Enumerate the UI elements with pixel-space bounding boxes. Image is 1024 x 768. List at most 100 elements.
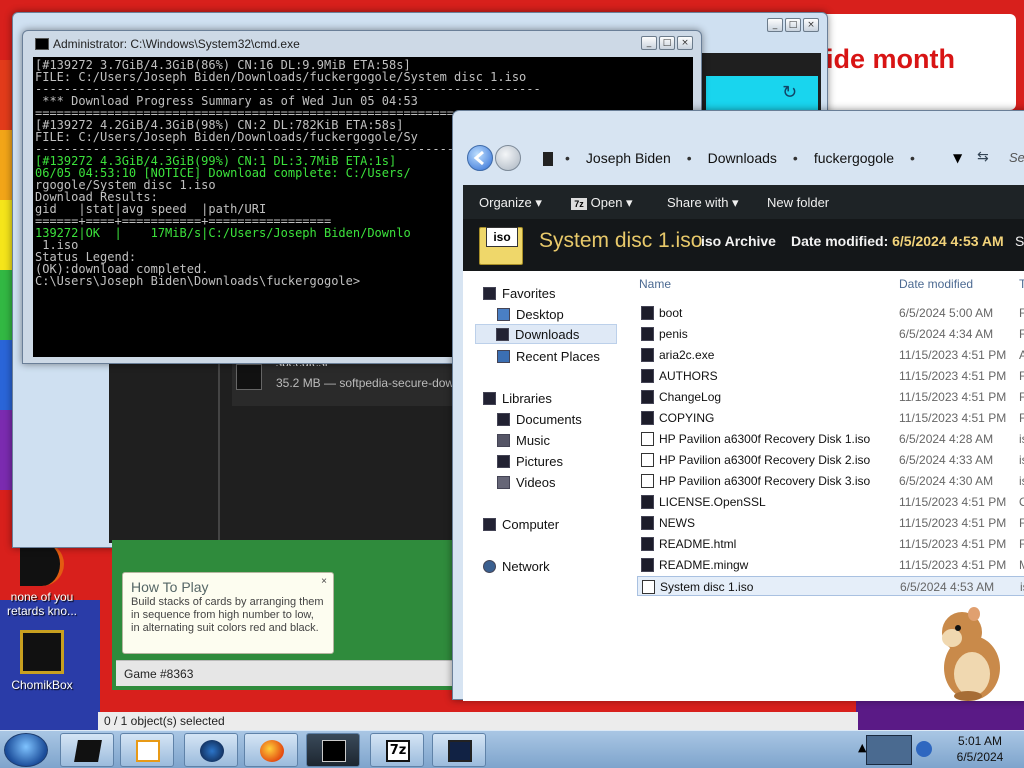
nav-network[interactable]: Network: [483, 556, 550, 576]
iso-file-icon: [641, 432, 654, 446]
column-header-type[interactable]: T: [1019, 277, 1024, 295]
clock-date: 6/5/2024: [956, 750, 1004, 764]
maximize-button[interactable]: □: [659, 36, 675, 50]
file-type: F: [1019, 327, 1024, 341]
minimize-button[interactable]: _: [641, 36, 657, 50]
taskbar-item-media[interactable]: [120, 733, 174, 767]
breadcrumb-item-downloads[interactable]: Downloads: [708, 150, 777, 166]
tip-close-icon[interactable]: ×: [321, 576, 327, 587]
iso-file-icon: [642, 580, 655, 594]
file-date: 6/5/2024 5:00 AM: [899, 306, 994, 320]
breadcrumb: • Joseph Biden • Downloads • fuckergogol…: [565, 150, 915, 166]
share-label: Share with: [667, 195, 729, 210]
taskbar-item-cmd[interactable]: [306, 733, 360, 767]
nav-label: Downloads: [515, 326, 580, 342]
file-date: 6/5/2024 4:28 AM: [899, 432, 994, 446]
file-row[interactable]: AUTHORS 11/15/2023 4:51 PM F: [637, 366, 1024, 386]
breadcrumb-item-folder[interactable]: fuckergogole: [814, 150, 894, 166]
nav-videos[interactable]: Videos: [497, 472, 556, 492]
file-name: AUTHORS: [659, 369, 718, 383]
file-date: 6/5/2024 4:30 AM: [899, 474, 994, 488]
file-row[interactable]: penis 6/5/2024 4:34 AM F: [637, 324, 1024, 344]
nav-label: Music: [516, 432, 550, 448]
file-file-icon: [641, 558, 654, 572]
file-row[interactable]: ChangeLog 11/15/2023 4:51 PM F: [637, 387, 1024, 407]
minimize-button[interactable]: _: [767, 18, 783, 32]
7zip-icon: 7z: [386, 740, 410, 762]
new-folder-button[interactable]: New folder: [767, 195, 829, 210]
taskbar-item-7zip[interactable]: 7z: [370, 733, 424, 767]
file-row[interactable]: boot 6/5/2024 5:00 AM F: [637, 303, 1024, 323]
open-label: Open: [590, 195, 623, 210]
nav-recent-places[interactable]: Recent Places: [497, 346, 600, 366]
file-date: 6/5/2024 4:33 AM: [899, 453, 994, 467]
solitaire-status: Game #8363: [116, 660, 456, 686]
details-truncated: Si: [1015, 233, 1024, 249]
nav-label: Computer: [502, 516, 560, 532]
firefox-shortcut-icon: [20, 542, 64, 586]
maximize-button[interactable]: □: [785, 18, 801, 32]
open-button[interactable]: 7z Open ▾: [571, 195, 633, 211]
computer-icon: [483, 517, 496, 531]
breadcrumb-separator: •: [792, 150, 798, 166]
tray-network-icon[interactable]: [866, 735, 912, 765]
desktop-icon-file[interactable]: none of you retards kno...: [0, 542, 84, 618]
console-icon: [322, 740, 346, 762]
file-row[interactable]: HP Pavilion a6300f Recovery Disk 3.iso 6/…: [637, 471, 1024, 491]
back-arrow-icon[interactable]: [467, 145, 493, 171]
organize-button[interactable]: Organize ▾: [479, 195, 542, 211]
nav-label: Libraries: [502, 390, 552, 406]
nav-desktop[interactable]: Desktop: [497, 304, 564, 324]
nav-libraries[interactable]: Libraries: [483, 388, 552, 408]
clock-time: 5:01 AM: [957, 734, 1003, 748]
file-row[interactable]: HP Pavilion a6300f Recovery Disk 2.iso 6/…: [637, 450, 1024, 470]
nav-label: Videos: [516, 474, 556, 490]
close-button[interactable]: ×: [803, 18, 819, 32]
column-header-name[interactable]: Name: [639, 277, 671, 295]
iso-file-icon: [641, 453, 654, 467]
browser-reload-area[interactable]: ↻: [706, 76, 818, 112]
file-row[interactable]: NEWS 11/15/2023 4:51 PM F: [637, 513, 1024, 533]
desktop-icon-chomikbox[interactable]: ChomikBox: [0, 630, 84, 692]
file-row[interactable]: COPYING 11/15/2023 4:51 PM F: [637, 408, 1024, 428]
file-row[interactable]: LICENSE.OpenSSL 11/15/2023 4:51 PM O: [637, 492, 1024, 512]
share-with-button[interactable]: Share with ▾: [667, 195, 739, 211]
address-dropdown-icon[interactable]: ▼: [953, 151, 962, 165]
taskbar: 7z ▲ 5:01 AM 6/5/2024: [0, 730, 1024, 768]
reload-icon[interactable]: ↻: [782, 82, 797, 103]
forward-arrow-icon[interactable]: [495, 145, 521, 171]
file-date: 11/15/2023 4:51 PM: [899, 558, 1007, 572]
modified-value: 6/5/2024 4:53 AM: [892, 233, 1004, 249]
nav-downloads[interactable]: Downloads: [475, 324, 617, 344]
address-bar[interactable]: • Joseph Biden • Downloads • fuckergogol…: [465, 145, 1024, 173]
taskbar-clock[interactable]: 5:01 AM 6/5/2024: [940, 733, 1020, 765]
file-row[interactable]: System disc 1.iso 6/5/2024 4:53 AM is: [637, 576, 1024, 596]
file-row[interactable]: README.html 11/15/2023 4:51 PM F: [637, 534, 1024, 554]
nav-computer[interactable]: Computer: [483, 514, 559, 534]
file-type: F: [1019, 411, 1024, 425]
tray-globe-icon[interactable]: [916, 741, 932, 757]
search-box[interactable]: Sea: [1009, 150, 1024, 165]
nav-pictures[interactable]: Pictures: [497, 451, 563, 471]
taskbar-item-firefox[interactable]: [244, 733, 298, 767]
file-type: F: [1019, 369, 1024, 383]
desktop-icon-label: ChomikBox: [11, 678, 73, 692]
file-date: 11/15/2023 4:51 PM: [899, 348, 1007, 362]
file-row[interactable]: README.mingw 11/15/2023 4:51 PM M: [637, 555, 1024, 575]
taskbar-item-explorer[interactable]: [60, 733, 114, 767]
desktop-icon: [497, 307, 510, 321]
nav-music[interactable]: Music: [497, 430, 550, 450]
refresh-icon[interactable]: ⇆: [977, 149, 989, 165]
taskbar-item-globe[interactable]: [184, 733, 238, 767]
column-header-date[interactable]: Date modified: [899, 277, 973, 295]
nav-favorites[interactable]: Favorites: [483, 283, 555, 303]
chomikbox-icon: [20, 630, 64, 674]
file-row[interactable]: HP Pavilion a6300f Recovery Disk 1.iso 6/…: [637, 429, 1024, 449]
file-date: 6/5/2024 4:53 AM: [900, 580, 995, 594]
taskbar-item-window[interactable]: [432, 733, 486, 767]
breadcrumb-item-user[interactable]: Joseph Biden: [586, 150, 671, 166]
nav-documents[interactable]: Documents: [497, 409, 582, 429]
start-button-windows-icon[interactable]: [4, 733, 48, 767]
file-row[interactable]: aria2c.exe 11/15/2023 4:51 PM A: [637, 345, 1024, 365]
close-button[interactable]: ×: [677, 36, 693, 50]
